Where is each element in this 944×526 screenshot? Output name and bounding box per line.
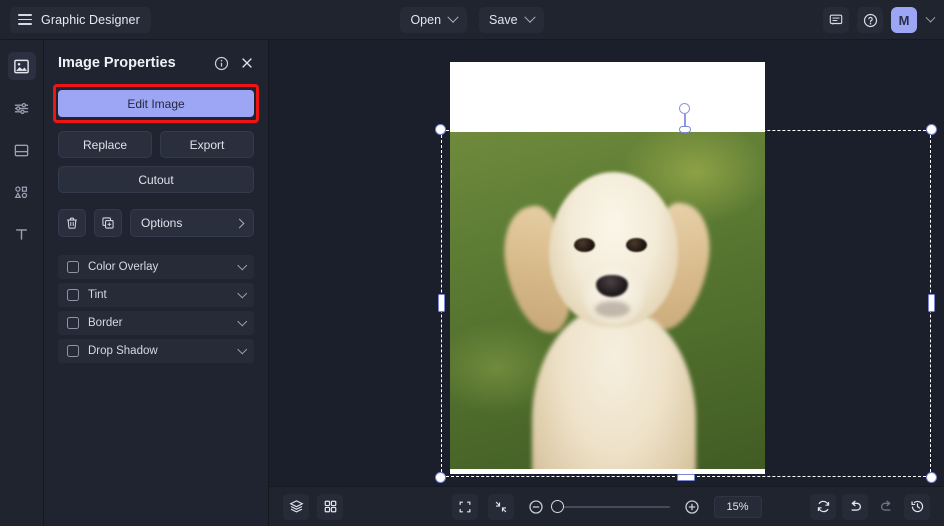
trash-icon [67,217,77,229]
effect-row-border[interactable]: Border [58,311,254,335]
top-bar: Graphic Designer Open Save M [0,0,944,40]
image-object[interactable] [450,132,765,469]
info-button[interactable] [214,56,229,71]
zoom-level-value[interactable]: 15% [713,495,762,518]
effect-label: Border [88,317,123,329]
tool-rail [0,40,44,526]
options-label: Options [141,216,183,230]
selection-edge-right [930,130,931,477]
effect-checkbox[interactable] [67,261,79,273]
help-circle-icon [863,13,877,27]
handle-bottom-right[interactable] [926,472,937,483]
duplicate-icon [102,217,114,229]
zoom-out-button[interactable] [524,495,548,519]
sidebar-item-layout-tool[interactable] [8,136,36,164]
zoom-in-icon [684,499,699,514]
top-right-actions: M [823,0,936,40]
shrink-icon [495,501,506,512]
handle-top-left[interactable] [435,124,446,135]
handle-mid-left[interactable] [437,294,445,312]
effects-list: Color Overlay Tint Border Drop Shadow [58,255,254,363]
chevron-down-icon[interactable] [237,316,247,326]
effect-label: Drop Shadow [88,345,158,357]
object-actions-row: Options [58,209,254,237]
options-button[interactable]: Options [130,209,254,237]
effect-label: Color Overlay [88,261,159,273]
panel-header: Image Properties [58,40,254,86]
info-circle-icon [214,56,229,70]
edit-image-wrapper: Edit Image [53,84,259,123]
zoom-controls: 15% [269,493,944,520]
sidebar-item-shapes-tool[interactable] [8,178,36,206]
dog-mouth [594,300,630,318]
fit-screen-button[interactable] [451,493,478,520]
save-label: Save [489,13,518,27]
delete-button[interactable] [58,209,86,237]
image-icon [14,59,29,73]
zoom-in-button[interactable] [680,495,704,519]
app-title: Graphic Designer [41,12,140,27]
hamburger-icon[interactable] [18,14,32,25]
canvas-page[interactable] [450,62,765,474]
effect-label: Tint [88,289,107,301]
bottom-toolbar: 15% [269,486,944,526]
feedback-button[interactable] [823,7,849,33]
open-label: Open [410,13,442,27]
cutout-button[interactable]: Cutout [58,166,254,193]
close-x-icon [242,58,252,68]
selection-edge-left [441,130,442,477]
handle-mid-right[interactable] [927,294,935,312]
chevron-right-icon [234,218,245,228]
sliders-icon [14,102,29,114]
chat-icon [829,14,843,25]
avatar[interactable]: M [891,7,917,33]
sidebar-item-image-tool[interactable] [7,52,36,80]
export-button[interactable]: Export [160,131,254,158]
handle-mid-bottom[interactable] [677,473,695,481]
page-title: Image Properties [58,55,176,71]
dog-body [531,307,696,469]
image-properties-panel: Image Properties Edit Image Replace Expo… [44,40,269,526]
shapes-icon [14,185,28,198]
fit-screen-icon [459,501,470,512]
effect-row-color-overlay[interactable]: Color Overlay [58,255,254,279]
chevron-down-icon[interactable] [237,344,247,354]
effect-checkbox[interactable] [67,345,79,357]
replace-export-row: Replace Export [58,131,254,158]
sidebar-item-adjustments-tool[interactable] [8,94,36,122]
handle-top-right[interactable] [926,124,937,135]
edit-image-button[interactable]: Edit Image [58,90,254,117]
effect-row-drop-shadow[interactable]: Drop Shadow [58,339,254,363]
zoom-out-icon [528,499,543,514]
app-menu-button[interactable]: Graphic Designer [10,6,151,33]
handle-bottom-left[interactable] [435,472,446,483]
effect-checkbox[interactable] [67,289,79,301]
effect-checkbox[interactable] [67,317,79,329]
panel-header-actions [214,56,254,71]
text-t-icon [16,228,27,240]
zoom-slider-handle[interactable] [550,500,564,513]
chevron-down-icon[interactable] [237,260,247,270]
effect-row-tint[interactable]: Tint [58,283,254,307]
save-menu-button[interactable]: Save [479,7,544,33]
duplicate-button[interactable] [94,209,122,237]
help-button[interactable] [857,7,883,33]
selection-edge-bottom [441,476,931,477]
close-button[interactable] [240,56,254,70]
chevron-down-icon[interactable] [237,288,247,298]
app-root: Graphic Designer Open Save M Image Prope… [0,0,944,526]
chevron-down-icon[interactable] [925,12,936,23]
fit-selection-button[interactable] [487,493,514,520]
replace-button[interactable]: Replace [58,131,152,158]
zoom-slider[interactable] [550,500,670,513]
chevron-down-icon [523,11,536,23]
chevron-down-icon [447,11,459,23]
sidebar-item-text-tool[interactable] [8,220,36,248]
frame-icon [14,144,29,156]
open-menu-button[interactable]: Open [400,7,468,33]
canvas-area[interactable] [269,40,944,486]
